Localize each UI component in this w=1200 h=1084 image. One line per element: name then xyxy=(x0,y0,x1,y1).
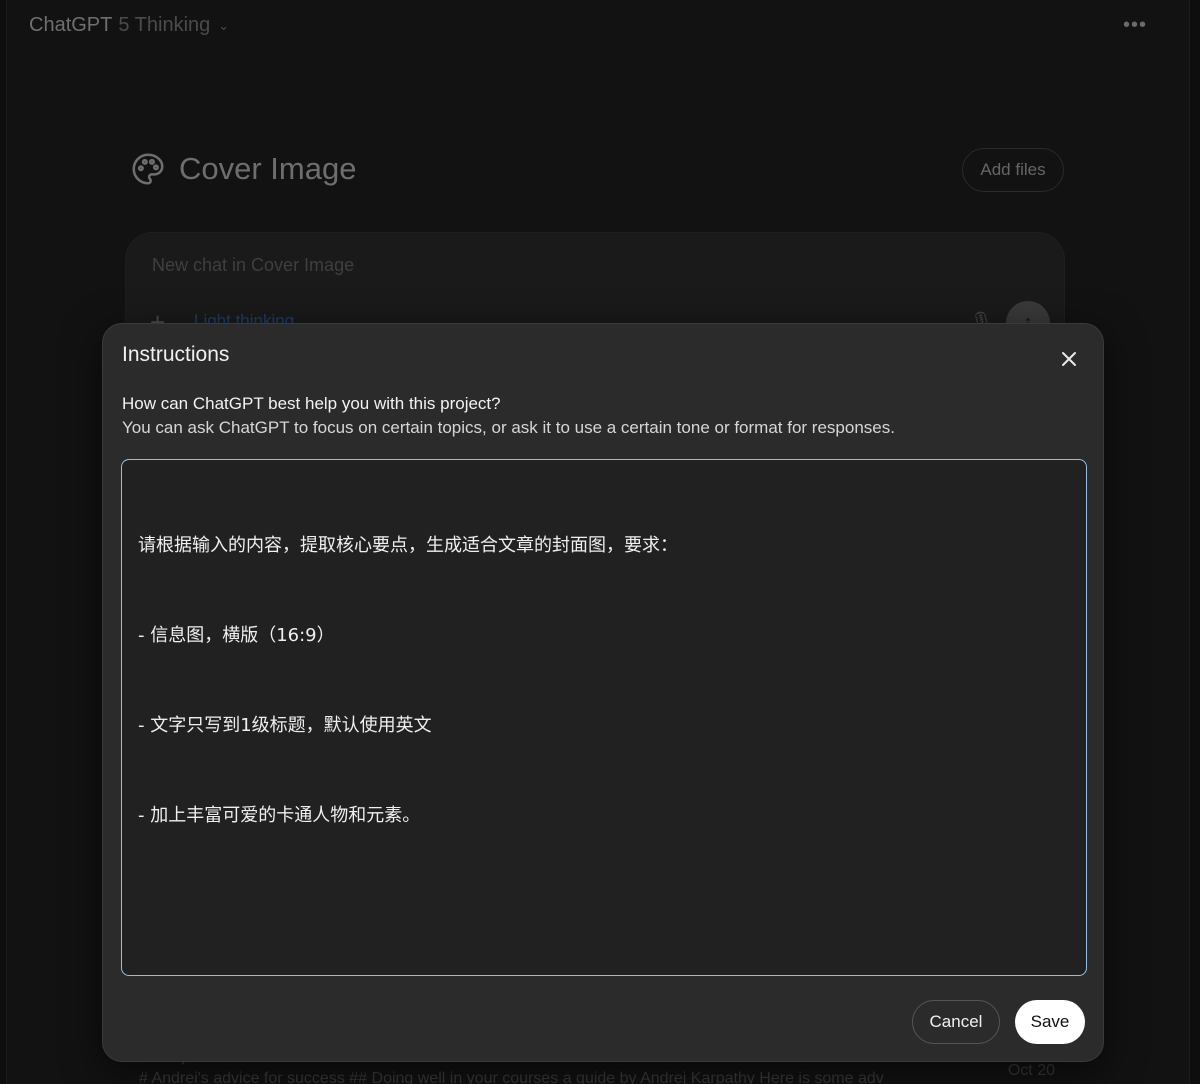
cancel-button[interactable]: Cancel xyxy=(912,1000,1000,1044)
instructions-dialog: Instructions How can ChatGPT best help y… xyxy=(102,323,1104,1062)
model-name: ChatGPT xyxy=(29,14,113,36)
instructions-line: 请根据输入的内容，提取核心要点，生成适合文章的封面图，要求： xyxy=(138,535,678,556)
add-files-button[interactable]: Add files xyxy=(962,148,1064,192)
instructions-line: - 加上丰富可爱的卡通人物和元素。 xyxy=(138,805,421,826)
model-variant: 5 Thinking xyxy=(118,14,211,36)
dialog-description: You can ask ChatGPT to focus on certain … xyxy=(122,418,895,437)
instructions-line: - 信息图，横版（16:9） xyxy=(138,625,335,646)
chat-date: Oct 20 xyxy=(1007,1062,1055,1079)
chevron-down-icon: ⌄ xyxy=(218,17,230,33)
save-button[interactable]: Save xyxy=(1015,1000,1085,1044)
project-title: Cover Image xyxy=(179,151,357,186)
dialog-heading: How can ChatGPT best help you with this … xyxy=(122,394,501,413)
close-button[interactable] xyxy=(1054,344,1084,374)
chat-snippet: # Andrei's advice for success ## Doing w… xyxy=(139,1070,884,1084)
model-selector[interactable]: ChatGPT 5 Thinking ⌄ xyxy=(29,14,229,37)
instructions-textarea[interactable]: 请根据输入的内容，提取核心要点，生成适合文章的封面图，要求： - 信息图，横版（… xyxy=(121,459,1087,976)
palette-icon xyxy=(132,153,164,185)
composer-placeholder: New chat in Cover Image xyxy=(152,255,355,275)
close-icon xyxy=(1062,352,1076,366)
more-options-button[interactable]: ••• xyxy=(1123,14,1147,37)
project-header: Cover Image xyxy=(129,150,356,188)
instructions-line: - 文字只写到1级标题，默认使用英文 xyxy=(138,715,432,736)
dialog-title: Instructions xyxy=(122,343,230,366)
